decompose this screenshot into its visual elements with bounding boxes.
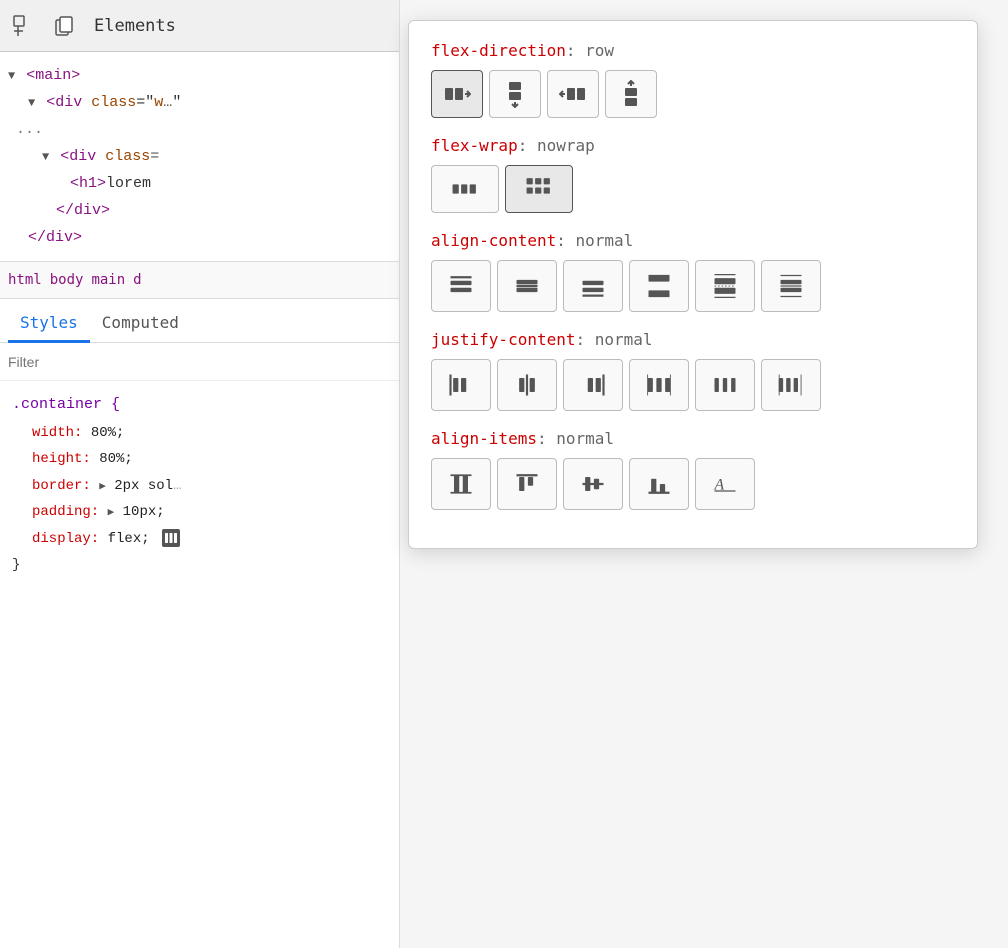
html-tree: ▼ <main> ▼ <div class="w…" ... ▼ <div cl…	[0, 52, 399, 261]
flex-direction-row-btn[interactable]	[431, 70, 483, 118]
align-content-title: align-content: normal	[431, 231, 955, 250]
flex-direction-row-reverse-btn[interactable]	[547, 70, 599, 118]
css-rules: .container { width: 80%; height: 80%; bo…	[0, 381, 399, 589]
align-items-end-btn[interactable]	[629, 458, 689, 510]
inspect-icon[interactable]	[10, 12, 38, 40]
flex-inspector-popup: flex-direction: row	[408, 20, 978, 549]
flex-wrap-section: flex-wrap: nowrap	[431, 136, 955, 213]
breadcrumb: html body main d	[0, 261, 399, 299]
breadcrumb-main[interactable]: main	[91, 272, 125, 288]
css-prop-border[interactable]: border: ▶ 2px sol…	[12, 473, 387, 500]
align-content-buttons	[431, 260, 955, 312]
justify-content-space-evenly-btn[interactable]	[761, 359, 821, 411]
flex-wrap-buttons	[431, 165, 955, 213]
flex-wrap-wrap-btn[interactable]	[505, 165, 573, 213]
css-prop-padding[interactable]: padding: ▶ 10px;	[12, 499, 387, 526]
flex-direction-buttons	[431, 70, 955, 118]
align-content-end-btn[interactable]	[563, 260, 623, 312]
breadcrumb-html[interactable]: html	[8, 272, 42, 288]
justify-content-start-btn[interactable]	[431, 359, 491, 411]
tree-line-div1[interactable]: ▼ <div class="w…"	[0, 89, 399, 116]
justify-content-space-between-btn[interactable]	[629, 359, 689, 411]
align-items-start-btn[interactable]	[497, 458, 557, 510]
breadcrumb-body[interactable]: body	[50, 272, 84, 288]
tree-line-div-close2[interactable]: </div>	[0, 224, 399, 251]
align-items-title: align-items: normal	[431, 429, 955, 448]
justify-content-buttons	[431, 359, 955, 411]
css-prop-width[interactable]: width: 80%;	[12, 420, 387, 447]
breadcrumb-d[interactable]: d	[133, 272, 141, 288]
panel-tabs: Styles Computed	[0, 299, 399, 343]
filter-bar	[0, 343, 399, 381]
css-selector: .container {	[12, 391, 387, 420]
align-items-stretch-btn[interactable]	[431, 458, 491, 510]
align-content-start-btn[interactable]	[431, 260, 491, 312]
flex-direction-column-reverse-btn[interactable]	[605, 70, 657, 118]
flex-direction-title: flex-direction: row	[431, 41, 955, 60]
filter-input[interactable]	[8, 354, 391, 370]
align-items-section: align-items: normal	[431, 429, 955, 510]
align-content-section: align-content: normal	[431, 231, 955, 312]
align-content-space-between-btn[interactable]	[629, 260, 689, 312]
tree-line-div-close[interactable]: </div>	[0, 197, 399, 224]
justify-content-end-btn[interactable]	[563, 359, 623, 411]
flex-wrap-nowrap-btn[interactable]	[431, 165, 499, 213]
tree-line-h1[interactable]: <h1>lorem	[0, 170, 399, 197]
tab-computed[interactable]: Computed	[90, 305, 191, 343]
tree-line-main[interactable]: ▼ <main>	[0, 62, 399, 89]
align-content-space-around-btn[interactable]	[695, 260, 755, 312]
align-items-baseline-btn[interactable]: A	[695, 458, 755, 510]
align-content-space-evenly-btn[interactable]	[761, 260, 821, 312]
align-items-center-btn[interactable]	[563, 458, 623, 510]
css-close-brace: }	[12, 552, 387, 579]
devtools-left-panel: Elements ▼ <main> ▼ <div class="w…" ... …	[0, 0, 400, 948]
tree-line-div2[interactable]: ▼ <div class=	[0, 143, 399, 170]
devtools-toolbar: Elements	[0, 0, 399, 52]
align-content-center-btn[interactable]	[497, 260, 557, 312]
elements-tab-label: Elements	[94, 16, 176, 36]
justify-content-space-around-btn[interactable]	[695, 359, 755, 411]
align-items-buttons: A	[431, 458, 955, 510]
css-prop-display[interactable]: display: flex;	[12, 526, 387, 553]
flex-direction-section: flex-direction: row	[431, 41, 955, 118]
flex-wrap-title: flex-wrap: nowrap	[431, 136, 955, 155]
tab-styles[interactable]: Styles	[8, 305, 90, 343]
justify-content-title: justify-content: normal	[431, 330, 955, 349]
tree-ellipsis: ...	[0, 116, 399, 143]
css-prop-height[interactable]: height: 80%;	[12, 446, 387, 473]
flex-icon-button[interactable]	[162, 529, 180, 547]
copy-dom-icon[interactable]	[50, 12, 78, 40]
justify-content-center-btn[interactable]	[497, 359, 557, 411]
justify-content-section: justify-content: normal	[431, 330, 955, 411]
flex-direction-column-btn[interactable]	[489, 70, 541, 118]
